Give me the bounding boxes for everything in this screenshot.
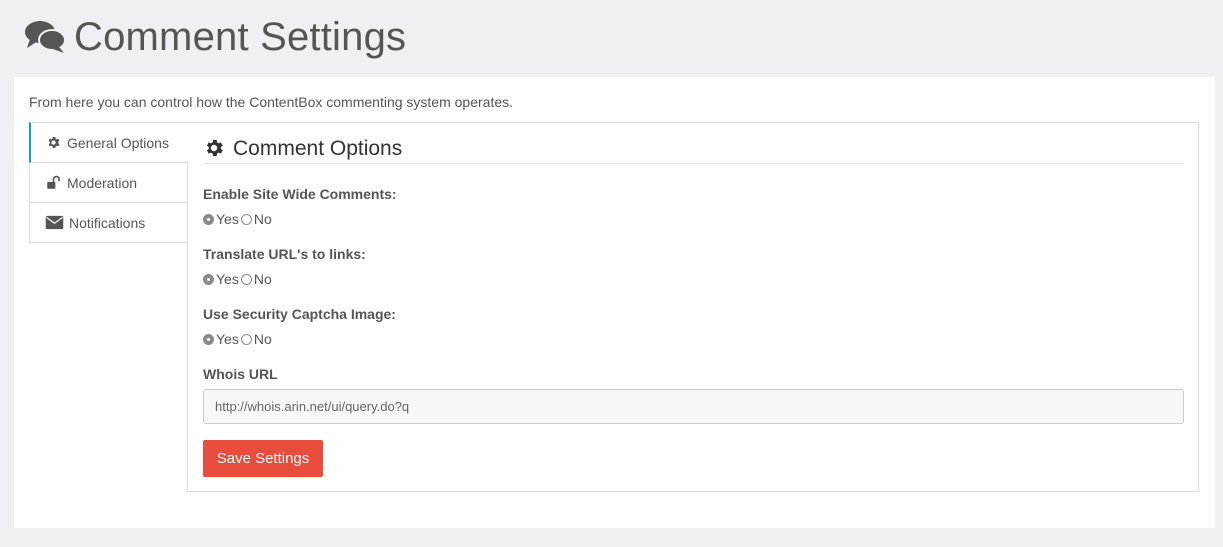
unlock-icon [47,175,60,189]
translate-urls-options: Yes No [203,271,274,287]
site-wide-yes-radio[interactable] [203,213,214,225]
tab-label: General Options [67,134,169,151]
envelope-icon [45,215,64,230]
settings-tabs: General Options Moderation Notifications [29,122,189,243]
captcha-options: Yes No [203,331,274,347]
radio-label: No [253,331,272,347]
translate-urls-no-radio[interactable] [240,273,252,285]
whois-url-label: Whois URL [203,366,278,382]
captcha-no-radio[interactable] [240,333,252,345]
tab-notifications[interactable]: Notifications [29,203,188,243]
settings-panel: From here you can control how the Conten… [14,77,1215,528]
tab-moderation[interactable]: Moderation [29,163,188,203]
section-title-text: Comment Options [233,137,403,160]
site-wide-no-radio[interactable] [240,213,252,225]
gear-icon [206,139,223,157]
comments-icon [25,21,66,53]
radio-label: No [253,271,272,287]
translate-urls-label: Translate URL's to links: [203,246,366,262]
radio-label: No [253,211,272,227]
save-settings-button[interactable]: Save Settings [203,440,323,477]
page-title: Comment Settings [74,14,407,59]
translate-urls-yes-radio[interactable] [203,273,214,285]
whois-url-input[interactable] [203,389,1184,424]
tab-label: Moderation [67,174,138,191]
tab-general-options[interactable]: General Options [29,122,189,163]
radio-label: Yes [216,331,239,347]
gear-icon [48,137,60,148]
captcha-yes-radio[interactable] [203,333,214,345]
radio-label: Yes [216,271,239,287]
tab-label: Notifications [69,214,146,231]
general-options-pane: Comment Options Enable Site Wide Comment… [187,122,1199,492]
captcha-label: Use Security Captcha Image: [203,306,396,322]
site-wide-comments-label: Enable Site Wide Comments: [203,186,397,202]
page-header: Comment Settings [24,14,406,60]
site-wide-comments-options: Yes No [203,211,274,227]
radio-label: Yes [216,211,239,227]
intro-text: From here you can control how the Conten… [29,94,514,110]
section-title: Comment Options [203,135,1184,164]
